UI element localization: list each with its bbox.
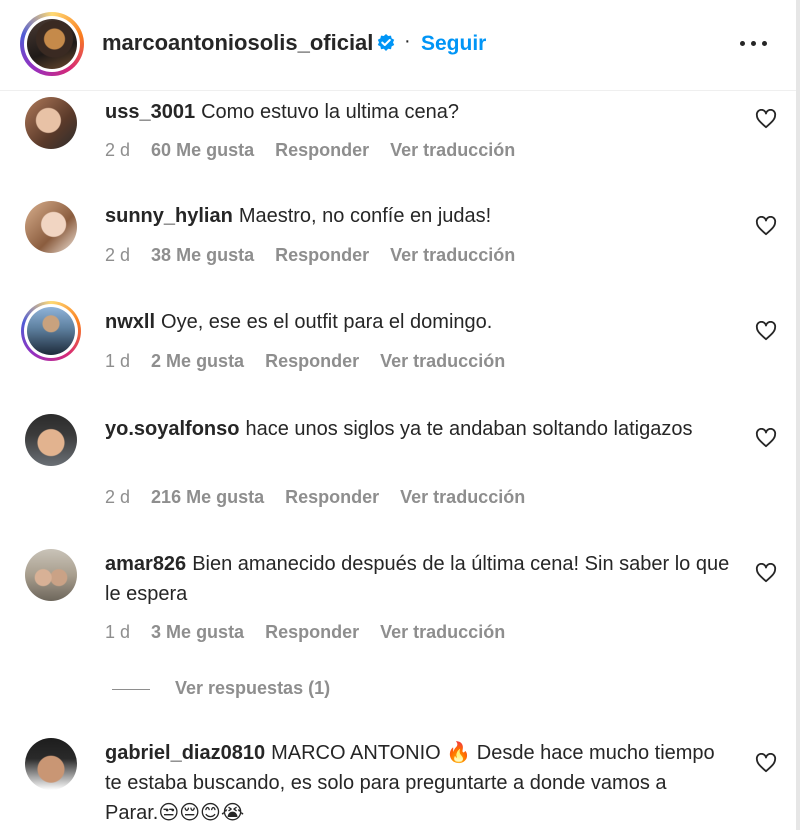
comment-username[interactable]: yo.soyalfonso — [105, 418, 239, 440]
author-username[interactable]: marcoantoniosolis_oficial — [102, 30, 373, 56]
comment-age[interactable]: 2 d — [105, 245, 130, 265]
comment-text: Como estuvo la ultima cena? — [201, 101, 459, 123]
comment-age[interactable]: 1 d — [105, 351, 130, 371]
commenter-avatar[interactable] — [25, 97, 77, 149]
follow-button[interactable]: Seguir — [421, 32, 486, 56]
reply-button[interactable]: Responder — [285, 487, 379, 507]
reply-button[interactable]: Responder — [265, 351, 359, 371]
heart-icon[interactable] — [755, 753, 777, 773]
comment-age[interactable]: 2 d — [105, 487, 130, 507]
comment-text: Oye, ese es el outfit para el domingo. — [161, 311, 493, 333]
reply-button[interactable]: Responder — [265, 622, 359, 642]
comment-meta: 1 d 3 Me gusta Responder Ver traducción — [105, 622, 521, 643]
comment-text: Bien amanecido después de la última cena… — [105, 553, 730, 605]
comment-username[interactable]: nwxll — [105, 311, 155, 333]
commenter-avatar[interactable] — [25, 549, 77, 601]
comment-text: hace unos siglos ya te andaban soltando … — [245, 418, 693, 440]
like-count[interactable]: 216 Me gusta — [151, 487, 264, 507]
commenter-avatar[interactable] — [25, 414, 77, 466]
translate-button[interactable]: Ver traducción — [400, 487, 525, 507]
comment-username[interactable]: uss_3001 — [105, 101, 195, 123]
reply-button[interactable]: Responder — [275, 245, 369, 265]
like-count[interactable]: 38 Me gusta — [151, 245, 254, 265]
heart-icon[interactable] — [755, 109, 777, 129]
translate-button[interactable]: Ver traducción — [390, 245, 515, 265]
heart-icon[interactable] — [755, 321, 777, 341]
separator-dot: · — [404, 30, 411, 52]
comment-username[interactable]: gabriel_diaz0810 — [105, 742, 265, 764]
like-count[interactable]: 3 Me gusta — [151, 622, 244, 642]
more-options-icon[interactable] — [738, 38, 768, 50]
comment-age[interactable]: 2 d — [105, 140, 130, 160]
verified-badge-icon — [377, 34, 395, 51]
comment-username[interactable]: amar826 — [105, 553, 186, 575]
comment-meta: 2 d 216 Me gusta Responder Ver traducció… — [105, 487, 541, 508]
author-avatar[interactable] — [20, 12, 84, 76]
translate-button[interactable]: Ver traducción — [380, 622, 505, 642]
comment-meta: 2 d 38 Me gusta Responder Ver traducción — [105, 245, 531, 266]
comment-meta: 1 d 2 Me gusta Responder Ver traducción — [105, 351, 521, 372]
comment-text: Maestro, no confíe en judas! — [238, 205, 492, 227]
commenter-avatar[interactable] — [21, 301, 81, 361]
translate-button[interactable]: Ver traducción — [380, 351, 505, 371]
heart-icon[interactable] — [755, 216, 777, 236]
like-count[interactable]: 2 Me gusta — [151, 351, 244, 371]
post-header: marcoantoniosolis_oficial · Seguir — [0, 0, 796, 91]
commenter-avatar[interactable] — [25, 738, 77, 790]
comments-panel: marcoantoniosolis_oficial · Seguir uss_3… — [0, 0, 800, 830]
translate-button[interactable]: Ver traducción — [390, 140, 515, 160]
replies-divider — [112, 689, 150, 690]
reply-button[interactable]: Responder — [275, 140, 369, 160]
comment-age[interactable]: 1 d — [105, 622, 130, 642]
view-replies-button[interactable]: Ver respuestas (1) — [175, 678, 330, 699]
like-count[interactable]: 60 Me gusta — [151, 140, 254, 160]
comment-meta: 2 d 60 Me gusta Responder Ver traducción — [105, 140, 531, 161]
heart-icon[interactable] — [755, 428, 777, 448]
commenter-avatar[interactable] — [25, 201, 77, 253]
comment-username[interactable]: sunny_hylian — [105, 205, 233, 227]
heart-icon[interactable] — [755, 563, 777, 583]
